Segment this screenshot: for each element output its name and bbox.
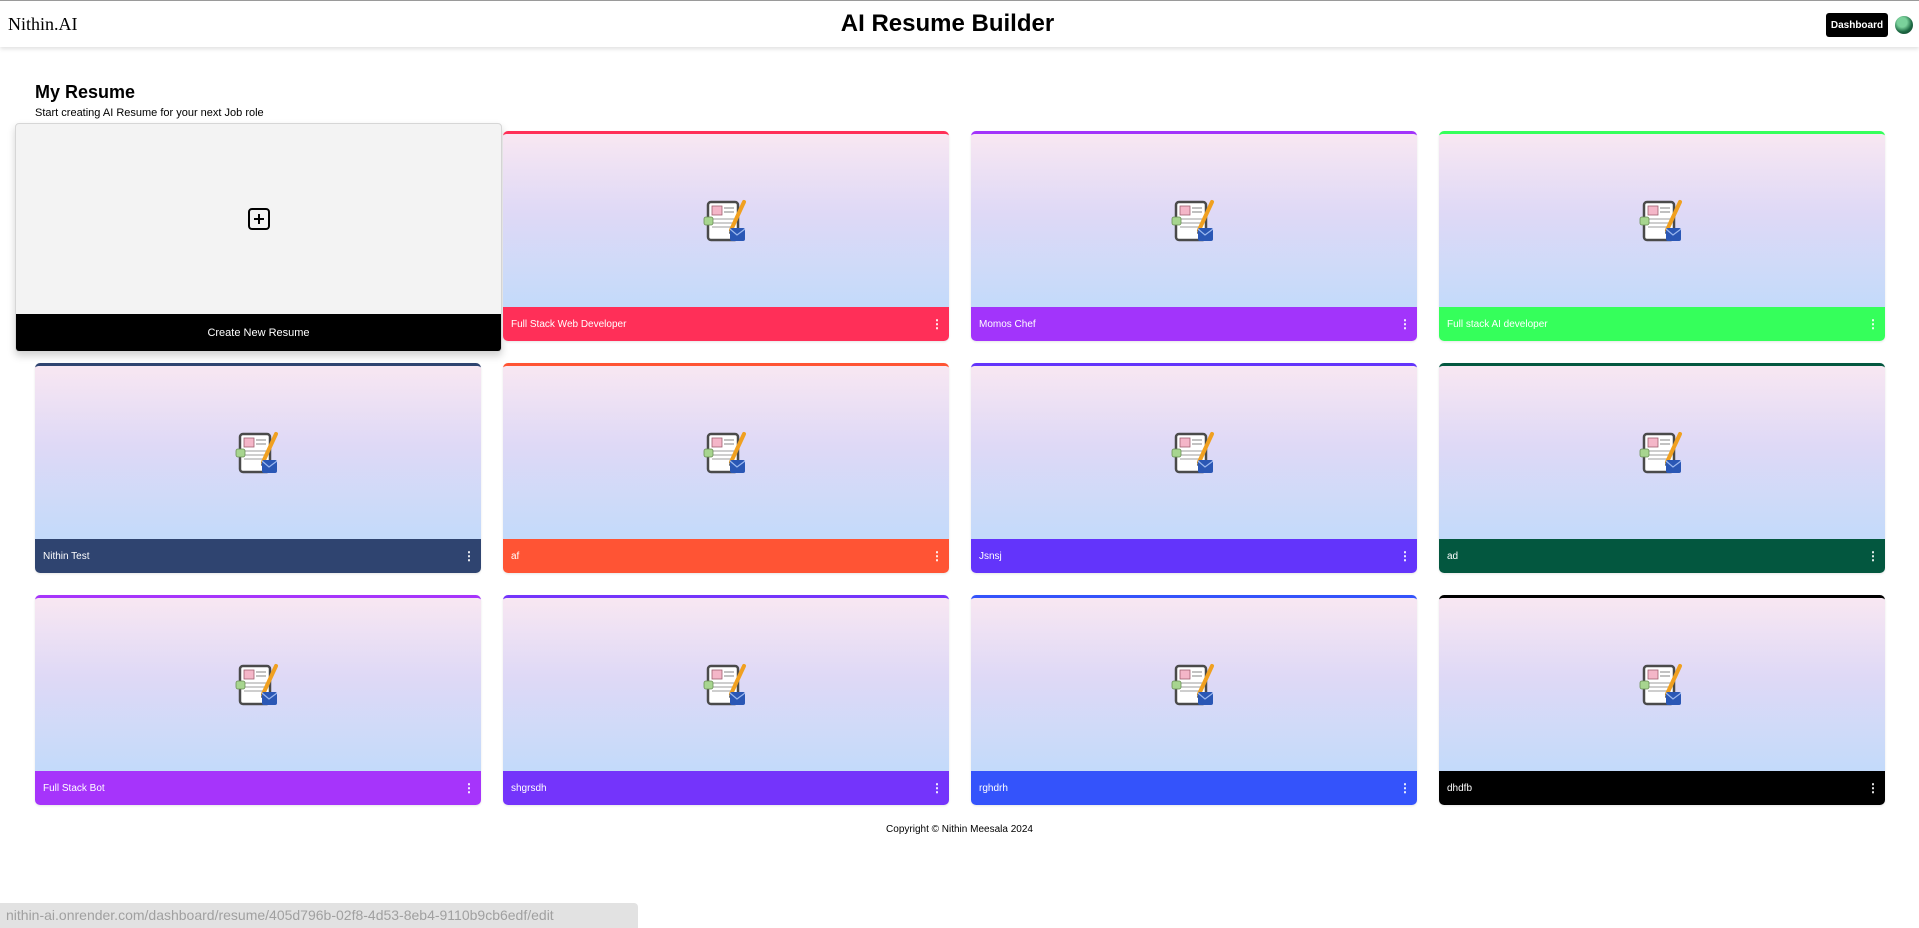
- more-vertical-icon[interactable]: ⋮: [1867, 549, 1879, 563]
- more-vertical-icon[interactable]: ⋮: [463, 549, 475, 563]
- resume-card-footer: Full Stack Web Developer ⋮: [503, 307, 949, 341]
- resume-card-footer: af ⋮: [503, 539, 949, 573]
- resume-title: Jsnsj: [979, 550, 1002, 562]
- more-vertical-icon[interactable]: ⋮: [931, 549, 943, 563]
- top-navbar: Nithin.AI AI Resume Builder Dashboard: [0, 0, 1919, 47]
- resume-thumbnail[interactable]: [1439, 366, 1885, 539]
- resume-card-footer: Full stack AI developer ⋮: [1439, 307, 1885, 341]
- status-bar-url: nithin-ai.onrender.com/dashboard/resume/…: [0, 903, 638, 928]
- resume-document-icon: [703, 431, 746, 473]
- create-new-resume-card[interactable]: Create New Resume: [15, 123, 502, 352]
- dashboard-button[interactable]: Dashboard: [1826, 13, 1888, 37]
- resume-thumbnail[interactable]: [503, 366, 949, 539]
- resume-card[interactable]: Jsnsj ⋮: [971, 363, 1417, 573]
- resume-card-footer: Jsnsj ⋮: [971, 539, 1417, 573]
- resume-document-icon: [1171, 663, 1214, 705]
- resume-title: af: [511, 550, 520, 562]
- resume-card-footer: rghdrh ⋮: [971, 771, 1417, 805]
- resume-card[interactable]: Nithin Test ⋮: [35, 363, 481, 573]
- resume-title: dhdfb: [1447, 782, 1473, 794]
- app-title: AI Resume Builder: [840, 10, 1055, 37]
- more-vertical-icon[interactable]: ⋮: [1399, 781, 1411, 795]
- resume-document-icon: [235, 431, 278, 473]
- resume-card[interactable]: Full Stack Bot ⋮: [35, 595, 481, 805]
- resume-title: rghdrh: [979, 782, 1008, 794]
- resume-thumbnail[interactable]: [1439, 134, 1885, 307]
- resume-document-icon: [1639, 663, 1682, 705]
- resume-card-footer: Full Stack Bot ⋮: [35, 771, 481, 805]
- more-vertical-icon[interactable]: ⋮: [931, 317, 943, 331]
- resume-thumbnail[interactable]: [971, 366, 1417, 539]
- more-vertical-icon[interactable]: ⋮: [1399, 549, 1411, 563]
- resume-card-footer: Nithin Test ⋮: [35, 539, 481, 573]
- copyright: Copyright © Nithin Meesala 2024: [886, 824, 1033, 835]
- more-vertical-icon[interactable]: ⋮: [1867, 317, 1879, 331]
- more-vertical-icon[interactable]: ⋮: [463, 781, 475, 795]
- resume-thumbnail[interactable]: [35, 598, 481, 771]
- resume-title: Full stack AI developer: [1447, 318, 1548, 330]
- resume-card[interactable]: shgrsdh ⋮: [503, 595, 949, 805]
- resume-document-icon: [1171, 199, 1214, 241]
- more-vertical-icon[interactable]: ⋮: [1399, 317, 1411, 331]
- resume-document-icon: [1639, 431, 1682, 473]
- resume-card[interactable]: dhdfb ⋮: [1439, 595, 1885, 805]
- create-new-resume-label[interactable]: Create New Resume: [16, 314, 501, 351]
- resume-document-icon: [703, 663, 746, 705]
- resume-document-icon: [1171, 431, 1214, 473]
- resume-title: Nithin Test: [43, 550, 90, 562]
- resume-title: Momos Chef: [979, 318, 1036, 330]
- resume-card[interactable]: Full Stack Web Developer ⋮: [503, 131, 949, 341]
- resume-thumbnail[interactable]: [971, 598, 1417, 771]
- resume-title: Full Stack Web Developer: [511, 318, 627, 330]
- resume-title: ad: [1447, 550, 1459, 562]
- page-subheading: Start creating AI Resume for your next J…: [35, 107, 264, 119]
- resume-card-footer: Momos Chef ⋮: [971, 307, 1417, 341]
- more-vertical-icon[interactable]: ⋮: [931, 781, 943, 795]
- resume-card-footer: ad ⋮: [1439, 539, 1885, 573]
- resume-document-icon: [1639, 199, 1682, 241]
- resume-card[interactable]: ad ⋮: [1439, 363, 1885, 573]
- resume-title: Full Stack Bot: [43, 782, 105, 794]
- plus-square-icon: [248, 208, 270, 230]
- resume-thumbnail[interactable]: [1439, 598, 1885, 771]
- page-heading: My Resume: [35, 82, 136, 102]
- resume-card[interactable]: Full stack AI developer ⋮: [1439, 131, 1885, 341]
- more-vertical-icon[interactable]: ⋮: [1867, 781, 1879, 795]
- resume-document-icon: [235, 663, 278, 705]
- resume-thumbnail[interactable]: [503, 134, 949, 307]
- resume-card-footer: dhdfb ⋮: [1439, 771, 1885, 805]
- resume-thumbnail[interactable]: [35, 366, 481, 539]
- resume-card[interactable]: rghdrh ⋮: [971, 595, 1417, 805]
- resume-card[interactable]: af ⋮: [503, 363, 949, 573]
- resume-card-footer: shgrsdh ⋮: [503, 771, 949, 805]
- resume-thumbnail[interactable]: [971, 134, 1417, 307]
- resume-card[interactable]: Momos Chef ⋮: [971, 131, 1417, 341]
- resume-document-icon: [703, 199, 746, 241]
- resume-title: shgrsdh: [511, 782, 547, 794]
- user-avatar[interactable]: [1895, 16, 1913, 34]
- resume-thumbnail[interactable]: [503, 598, 949, 771]
